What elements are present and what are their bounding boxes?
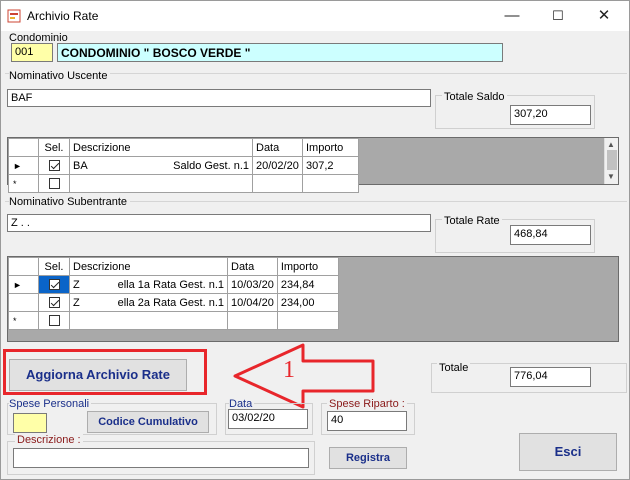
row-marker: * — [8, 311, 39, 330]
row-marker — [8, 293, 39, 312]
row-data[interactable]: 20/02/20 — [252, 156, 303, 175]
close-button[interactable]: ✕ — [581, 1, 627, 31]
col-sel-header[interactable]: Sel. — [38, 138, 70, 157]
row-select-cell[interactable] — [38, 293, 70, 312]
subentrante-name-field[interactable]: Z . . — [7, 214, 431, 232]
scroll-down-icon[interactable]: ▼ — [607, 172, 615, 181]
scroll-thumb[interactable] — [607, 150, 617, 170]
row-checkbox[interactable] — [48, 315, 60, 327]
row-select-cell[interactable] — [38, 275, 70, 294]
row-data[interactable]: 10/04/20 — [227, 293, 278, 312]
subentrante-grid: Sel. Descrizione Data Importo ► Z ella 1… — [7, 256, 619, 342]
spese-riparto-label: Spese Riparto : — [327, 398, 407, 410]
row-descr-left: Z — [73, 296, 80, 309]
row-data[interactable]: 10/03/20 — [227, 275, 278, 294]
row-checkbox[interactable] — [48, 160, 60, 172]
esci-button[interactable]: Esci — [519, 433, 617, 471]
window-title: Archivio Rate — [27, 9, 99, 23]
row-importo[interactable]: 307,2 — [302, 156, 359, 175]
row-marker: ► — [8, 156, 39, 175]
col-descrizione-header[interactable]: Descrizione — [69, 138, 253, 157]
spese-personali-field[interactable] — [13, 413, 47, 433]
row-descrizione[interactable] — [69, 311, 228, 330]
row-data[interactable] — [227, 311, 278, 330]
row-descr-left: Z — [73, 278, 80, 291]
row-checkbox[interactable] — [48, 279, 60, 291]
row-marker: ► — [8, 275, 39, 294]
row-descrizione[interactable]: Z ella 2a Rata Gest. n.1 — [69, 293, 228, 312]
col-data-header[interactable]: Data — [252, 138, 303, 157]
row-checkbox[interactable] — [48, 178, 60, 190]
totale-label: Totale — [437, 362, 471, 374]
table-row[interactable]: Z ella 2a Rata Gest. n.1 10/04/20 234,00 — [8, 293, 339, 312]
grid-corner — [8, 138, 39, 157]
descrizione-field[interactable] — [13, 448, 309, 468]
row-marker: * — [8, 174, 39, 193]
row-select-cell[interactable] — [38, 156, 70, 175]
row-select-cell[interactable] — [38, 174, 70, 193]
subentrante-label: Nominativo Subentrante — [9, 196, 131, 208]
table-row-new[interactable]: * — [8, 311, 339, 330]
registra-button[interactable]: Registra — [329, 447, 407, 469]
col-data-header[interactable]: Data — [227, 257, 278, 276]
row-descr-left: BA — [73, 159, 88, 172]
row-descr-right: ella 1a Rata Gest. n.1 — [117, 278, 224, 291]
data-field[interactable]: 03/02/20 — [228, 409, 308, 429]
annotation-number: 1 — [283, 357, 295, 383]
row-importo[interactable] — [302, 174, 359, 193]
uscente-grid: Sel. Descrizione Data Importo ► BA Saldo… — [7, 137, 619, 193]
row-importo[interactable]: 234,00 — [276, 293, 339, 312]
descrizione-label: Descrizione : — [15, 434, 83, 446]
minimize-button[interactable]: — — [489, 1, 535, 31]
app-icon — [7, 9, 21, 23]
row-descr-right: ella 2a Rata Gest. n.1 — [117, 296, 224, 309]
totale-saldo-label: Totale Saldo — [442, 91, 507, 103]
row-importo[interactable]: 234,84 — [276, 275, 339, 294]
row-data[interactable] — [252, 174, 303, 193]
title-bar: Archivio Rate — ☐ ✕ — [1, 1, 629, 31]
uscente-name-field[interactable]: BAF — [7, 89, 431, 107]
uscente-label: Nominativo Uscente — [9, 70, 111, 82]
aggiorna-archivio-button[interactable]: Aggiorna Archivio Rate — [9, 359, 187, 391]
row-select-cell[interactable] — [38, 311, 70, 330]
col-importo-header[interactable]: Importo — [276, 257, 339, 276]
table-row-new[interactable]: * — [8, 174, 359, 193]
spese-personali-label: Spese Personali — [9, 398, 92, 410]
condominio-code-field[interactable]: 001 — [11, 43, 53, 62]
condominio-name-field[interactable]: CONDOMINIO " BOSCO VERDE " — [57, 43, 503, 62]
table-row[interactable]: ► BA Saldo Gest. n.1 20/02/20 307,2 — [8, 156, 359, 175]
totale-rate-field[interactable]: 468,84 — [510, 225, 591, 245]
row-descrizione[interactable] — [69, 174, 253, 193]
table-row[interactable]: ► Z ella 1a Rata Gest. n.1 10/03/20 234,… — [8, 275, 339, 294]
col-importo-header[interactable]: Importo — [302, 138, 359, 157]
maximize-button[interactable]: ☐ — [535, 1, 581, 31]
codice-cumulativo-button[interactable]: Codice Cumulativo — [87, 411, 209, 433]
totale-rate-label: Totale Rate — [442, 215, 502, 227]
row-importo[interactable] — [276, 311, 339, 330]
archivio-rate-window: Archivio Rate — ☐ ✕ Condominio 001 CONDO… — [0, 0, 630, 480]
row-descrizione[interactable]: Z ella 1a Rata Gest. n.1 — [69, 275, 228, 294]
row-descr-right: Saldo Gest. n.1 — [173, 159, 249, 172]
grid-scrollbar[interactable]: ▲ ▼ — [604, 138, 618, 184]
scroll-up-icon[interactable]: ▲ — [607, 140, 615, 149]
spese-riparto-field[interactable]: 40 — [327, 411, 407, 431]
col-descrizione-header[interactable]: Descrizione — [69, 257, 228, 276]
grid-corner — [8, 257, 39, 276]
row-descrizione[interactable]: BA Saldo Gest. n.1 — [69, 156, 253, 175]
row-checkbox[interactable] — [48, 297, 60, 309]
totale-field[interactable]: 776,04 — [510, 367, 591, 387]
col-sel-header[interactable]: Sel. — [38, 257, 70, 276]
totale-saldo-field[interactable]: 307,20 — [510, 105, 591, 125]
